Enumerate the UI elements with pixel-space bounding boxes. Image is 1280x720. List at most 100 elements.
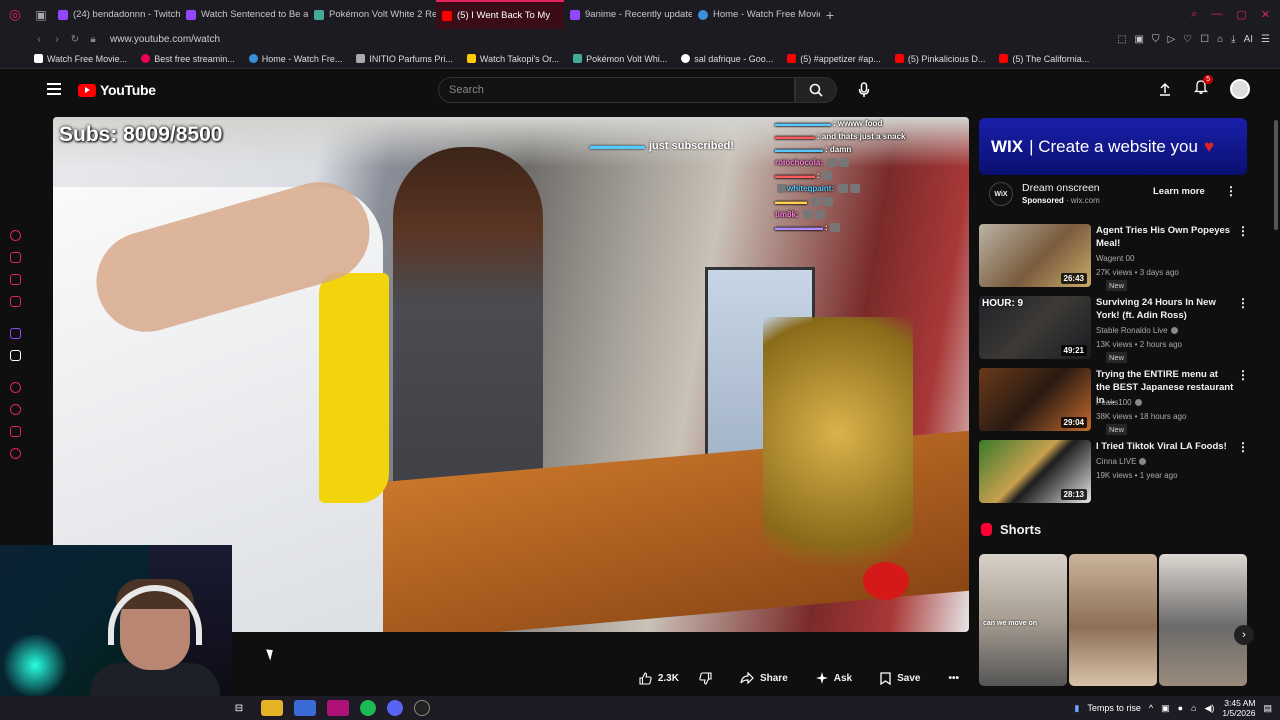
- recommended-video[interactable]: 28:13 I Tried Tiktok Viral LA Foods! Cin…: [979, 440, 1249, 506]
- video-thumbnail[interactable]: 28:13: [979, 440, 1091, 503]
- more-vertical-icon[interactable]: ⋮: [1237, 224, 1249, 238]
- search-icon[interactable]: ⌕: [1191, 8, 1197, 21]
- video-title[interactable]: Agent Tries His Own Popeyes Meal!: [1096, 224, 1234, 250]
- learn-more-button[interactable]: Learn more: [1153, 186, 1205, 197]
- tab-watch-free[interactable]: Home - Watch Free Movie: [692, 0, 820, 29]
- url-field[interactable]: www.youtube.com/watch: [110, 34, 220, 45]
- history-icon[interactable]: [10, 404, 21, 415]
- download-icon[interactable]: ⤓: [1231, 34, 1235, 45]
- search-button[interactable]: [795, 77, 837, 103]
- tab-9anime[interactable]: 9anime - Recently update: [564, 0, 692, 29]
- bookmark-item[interactable]: Pokémon Volt Whi...: [573, 54, 667, 64]
- x-icon[interactable]: [10, 350, 21, 361]
- tab-youtube-active[interactable]: (5) I Went Back To My: [436, 0, 564, 29]
- bookmark-item[interactable]: Best free streamin...: [141, 54, 235, 64]
- minimize-icon[interactable]: —: [1211, 8, 1222, 21]
- maximize-icon[interactable]: ▢: [1236, 8, 1246, 21]
- sidebar-app-icon[interactable]: [10, 426, 21, 437]
- recommended-video[interactable]: HOUR: 9 49:21 Surviving 24 Hours In New …: [979, 296, 1249, 363]
- ask-button[interactable]: Ask: [806, 667, 862, 689]
- short-thumbnail[interactable]: [1159, 554, 1247, 686]
- short-thumbnail[interactable]: can we move on: [979, 554, 1067, 686]
- account-avatar[interactable]: [1230, 79, 1250, 99]
- next-arrow-icon[interactable]: ›: [1234, 625, 1254, 645]
- notifications-button[interactable]: 5: [1193, 75, 1213, 99]
- video-thumbnail[interactable]: 29:04: [979, 368, 1091, 431]
- store-icon[interactable]: [294, 700, 316, 716]
- channel-name[interactable]: Stable Ronaldo Live: [1096, 326, 1178, 335]
- play-icon[interactable]: ▷: [1167, 34, 1175, 45]
- menu-icon[interactable]: ☰: [1261, 34, 1270, 45]
- ad-banner[interactable]: WIX | Create a website you ♥: [979, 118, 1247, 175]
- file-explorer-icon[interactable]: [261, 700, 283, 716]
- snapshot-icon[interactable]: ⌂: [1217, 34, 1223, 45]
- bookmark-item[interactable]: Watch Takopi's Or...: [466, 54, 559, 64]
- twitch-icon[interactable]: [10, 328, 21, 339]
- video-title[interactable]: Surviving 24 Hours In New York! (ft. Adi…: [1096, 296, 1234, 322]
- channel-name[interactable]: Cinna LIVE: [1096, 457, 1147, 466]
- settings-icon[interactable]: [10, 448, 21, 459]
- bookmark-item[interactable]: (5) The California...: [999, 54, 1089, 64]
- chevron-up-icon[interactable]: ^: [1149, 703, 1153, 713]
- dislike-button[interactable]: [689, 667, 722, 689]
- ai-button[interactable]: AI: [1244, 34, 1253, 45]
- voice-search-button[interactable]: [851, 77, 877, 103]
- task-view-icon[interactable]: ⊟: [228, 700, 250, 716]
- more-vertical-icon[interactable]: ⋮: [1225, 184, 1237, 198]
- more-actions-button[interactable]: •••: [938, 667, 969, 689]
- sidebar-app-icon[interactable]: [10, 230, 21, 241]
- channel-name[interactable]: Peaks100: [1096, 398, 1142, 407]
- new-tab-button[interactable]: +: [820, 7, 840, 23]
- notification-center-icon[interactable]: ▤: [1263, 703, 1272, 714]
- close-icon[interactable]: ✕: [1261, 8, 1270, 21]
- browser-logo-icon[interactable]: ◎: [0, 0, 30, 29]
- weather-widget[interactable]: Temps to rise: [1087, 703, 1141, 713]
- save-button[interactable]: Save: [870, 667, 930, 689]
- system-clock[interactable]: 3:45 AM 1/5/2026: [1222, 698, 1255, 718]
- bookmark-item[interactable]: Home - Watch Fre...: [248, 54, 342, 64]
- youtube-logo[interactable]: YouTube: [78, 82, 156, 98]
- thermometer-icon[interactable]: ▮: [1074, 703, 1079, 714]
- search-input[interactable]: Search: [438, 77, 795, 103]
- bookmark-item[interactable]: (5) Pinkalicious D...: [894, 54, 985, 64]
- forward-icon[interactable]: ›: [48, 34, 66, 45]
- advertiser-logo[interactable]: WiX: [989, 182, 1013, 206]
- microphone-icon[interactable]: ●: [1178, 703, 1183, 713]
- recommended-video[interactable]: 29:04 Trying the ENTIRE menu at the BEST…: [979, 368, 1249, 435]
- reload-icon[interactable]: ↻: [66, 34, 84, 45]
- sidebar-app-icon[interactable]: [10, 252, 21, 263]
- scrollbar[interactable]: [1274, 120, 1278, 230]
- upload-icon[interactable]: [1158, 82, 1172, 96]
- spotify-icon[interactable]: [10, 382, 21, 393]
- network-icon[interactable]: ⌂: [1191, 703, 1196, 713]
- channel-name[interactable]: Wagent 00: [1096, 254, 1134, 263]
- bookmark-icon[interactable]: ☐: [1200, 34, 1209, 45]
- bookmark-item[interactable]: Watch Free Movie...: [34, 54, 127, 64]
- sidebar-app-icon[interactable]: [10, 296, 21, 307]
- browser-taskbar-icon[interactable]: [327, 700, 349, 716]
- like-button[interactable]: 2.3K: [629, 667, 689, 689]
- bookmark-item[interactable]: INITIO Parfums Pri...: [356, 54, 453, 64]
- tab-manager-icon[interactable]: ▣: [30, 8, 52, 22]
- spotify-icon[interactable]: [360, 700, 376, 716]
- app-tray-icon[interactable]: ▣: [1161, 703, 1170, 714]
- ad-title[interactable]: Dream onscreen: [1022, 182, 1100, 194]
- tab-twitch[interactable]: (24) bendadonnn - Twitch: [52, 0, 180, 29]
- tab-pokemon[interactable]: Pokémon Volt White 2 Re: [308, 0, 436, 29]
- bookmark-item[interactable]: sal dafrique - Goo...: [681, 54, 773, 64]
- heart-icon[interactable]: ♡: [1183, 34, 1192, 45]
- discord-icon[interactable]: [387, 700, 403, 716]
- screenshot-icon[interactable]: ▣: [1135, 34, 1144, 45]
- obs-icon[interactable]: [414, 700, 430, 716]
- video-thumbnail[interactable]: HOUR: 9 49:21: [979, 296, 1091, 359]
- menu-icon[interactable]: [47, 83, 61, 95]
- more-vertical-icon[interactable]: ⋮: [1237, 296, 1249, 310]
- shield-icon[interactable]: ⛉: [1152, 34, 1160, 45]
- video-thumbnail[interactable]: 26:43: [979, 224, 1091, 287]
- recommended-video[interactable]: 26:43 Agent Tries His Own Popeyes Meal! …: [979, 224, 1249, 291]
- more-vertical-icon[interactable]: ⋮: [1237, 368, 1249, 382]
- extension-icon[interactable]: ⬚: [1117, 34, 1126, 45]
- volume-icon[interactable]: ◀): [1204, 703, 1214, 714]
- sidebar-app-icon[interactable]: [10, 274, 21, 285]
- tab-sentenced[interactable]: Watch Sentenced to Be a: [180, 0, 308, 29]
